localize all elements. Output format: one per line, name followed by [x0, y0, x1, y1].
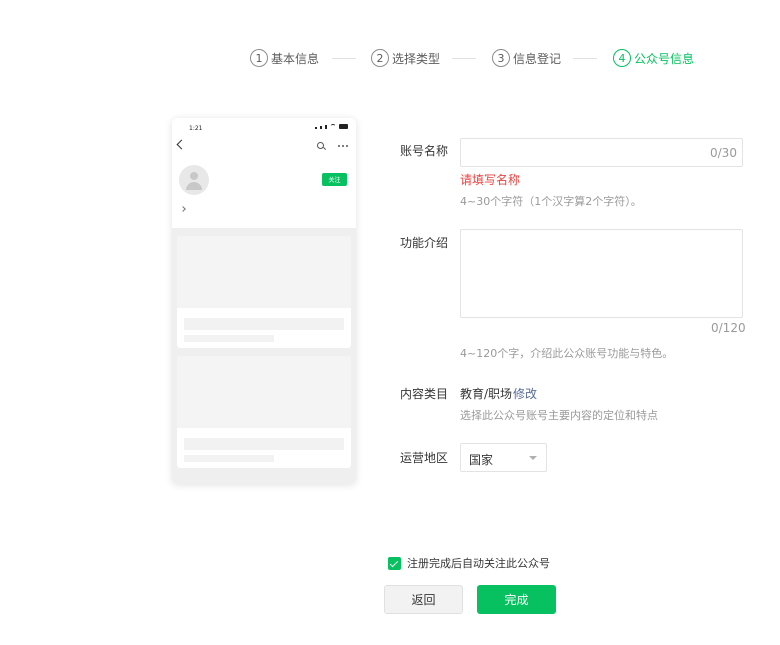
preview-profile-header: 1:21 关注 — [172, 118, 356, 228]
step-number: 4 — [613, 49, 631, 67]
category-hint: 选择此公众号账号主要内容的定位和特点 — [460, 409, 658, 422]
article-subtitle-placeholder — [184, 335, 274, 342]
step-divider — [332, 58, 356, 59]
auto-follow-checkbox[interactable] — [388, 557, 401, 570]
avatar — [179, 165, 209, 195]
article-image-placeholder — [177, 356, 351, 428]
region-label: 运营地区 — [400, 451, 449, 465]
article-title-placeholder — [184, 318, 344, 330]
step-label: 选择类型 — [392, 51, 441, 66]
article-title-placeholder — [184, 438, 344, 450]
preview-article-card — [177, 356, 351, 468]
phone-preview: 1:21 关注 — [172, 118, 356, 484]
step-select-type: 2 选择类型 — [371, 48, 440, 68]
step-number: 2 — [371, 49, 389, 67]
chevron-down-icon — [529, 456, 537, 460]
done-button[interactable]: 完成 — [477, 585, 556, 614]
account-name-input[interactable] — [460, 138, 743, 167]
article-subtitle-placeholder — [184, 455, 274, 462]
chevron-right-icon — [180, 206, 186, 212]
step-divider — [573, 58, 597, 59]
intro-counter: 0/120 — [711, 321, 746, 335]
signal-icon — [315, 127, 317, 129]
preview-status-time: 1:21 — [189, 125, 203, 132]
account-name-hint: 4~30个字符（1个汉字算2个字符）。 — [460, 195, 642, 208]
battery-icon — [339, 124, 348, 129]
step-label: 基本信息 — [271, 51, 320, 66]
signal-icon — [325, 125, 327, 129]
step-number: 1 — [250, 49, 268, 67]
step-basic-info: 1 基本信息 — [250, 48, 319, 68]
step-number: 3 — [492, 49, 510, 67]
wifi-icon — [330, 124, 336, 129]
preview-article-card — [177, 236, 351, 348]
region-select[interactable]: 国家 — [460, 443, 547, 472]
back-arrow-icon — [176, 139, 187, 150]
category-value: 教育/职场 — [460, 387, 513, 401]
region-selected-value: 国家 — [469, 453, 494, 467]
signal-icon — [320, 126, 322, 129]
step-label: 信息登记 — [513, 51, 562, 66]
step-divider — [452, 58, 476, 59]
step-info-registration: 3 信息登记 — [492, 48, 561, 68]
article-image-placeholder — [177, 236, 351, 308]
category-label: 内容类目 — [400, 387, 449, 401]
intro-label: 功能介绍 — [400, 236, 449, 250]
avatar-body — [186, 182, 202, 190]
account-name-error: 请填写名称 — [460, 173, 521, 187]
category-edit-link[interactable]: 修改 — [513, 385, 537, 402]
preview-follow-button: 关注 — [322, 173, 347, 186]
account-name-counter: 0/30 — [710, 146, 737, 160]
intro-hint: 4~120个字，介绍此公众账号功能与特色。 — [460, 347, 674, 360]
account-name-label: 账号名称 — [400, 144, 449, 158]
more-icon — [338, 145, 348, 147]
avatar-head — [190, 172, 198, 180]
step-label: 公众号信息 — [634, 51, 695, 66]
back-button[interactable]: 返回 — [384, 585, 463, 614]
status-bar-icons — [315, 124, 348, 129]
auto-follow-label[interactable]: 注册完成后自动关注此公众号 — [407, 555, 550, 571]
step-account-info: 4 公众号信息 — [613, 48, 694, 68]
search-icon — [317, 142, 324, 149]
intro-textarea[interactable] — [460, 229, 743, 318]
